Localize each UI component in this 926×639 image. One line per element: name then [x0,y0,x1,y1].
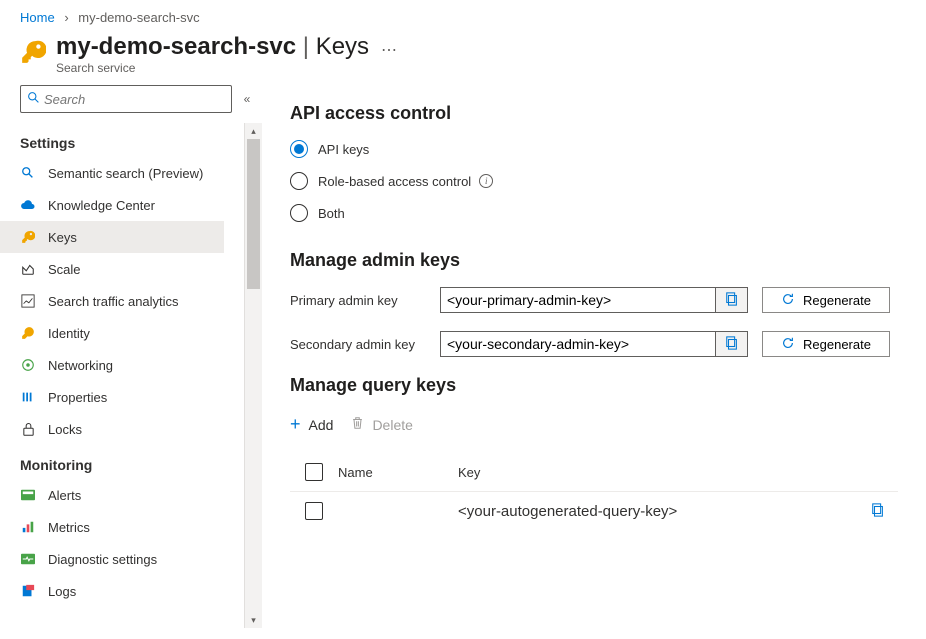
refresh-icon [781,336,795,353]
collapse-sidebar-button[interactable]: « [232,92,262,106]
trash-icon [351,416,364,433]
scrollbar-thumb[interactable] [247,139,260,289]
copy-query-key-button[interactable] [871,505,885,520]
query-keys-toolbar: + Add Delete [290,414,898,435]
networking-icon [20,357,36,373]
copy-primary-key-button[interactable] [715,288,747,312]
sidebar-item-keys[interactable]: Keys [0,221,224,253]
primary-key-input[interactable] [441,288,715,312]
primary-admin-key-row: Primary admin key Regenerate [290,287,898,313]
metrics-icon [20,519,36,535]
sidebar-item-identity[interactable]: Identity [0,317,224,349]
radio-rbac[interactable]: Role-based access control i [290,172,898,190]
radio-api-keys[interactable]: API keys [290,140,898,158]
api-access-radio-group: API keys Role-based access control i Bot… [290,140,898,222]
page-header: my-demo-search-svc | Keys ⋯ Search servi… [0,31,926,79]
delete-query-key-button[interactable]: Delete [351,416,412,433]
manage-query-keys-heading: Manage query keys [290,375,898,396]
radio-both[interactable]: Both [290,204,898,222]
key-icon [20,39,46,65]
main-content: API access control API keys Role-based a… [262,79,926,628]
info-icon[interactable]: i [479,174,493,188]
query-keys-table: Name Key <your-autogenerated-query-key> [290,453,898,530]
column-header-key[interactable]: Key [458,465,858,480]
properties-icon [20,389,36,405]
sidebar-item-scale[interactable]: Scale [0,253,224,285]
sidebar-heading-settings: Settings [20,123,262,157]
radio-icon [290,140,308,158]
sidebar-search[interactable] [20,85,232,113]
table-header: Name Key [290,453,898,492]
analytics-icon [20,293,36,309]
primary-key-label: Primary admin key [290,293,440,308]
sidebar: « Settings Semantic search (Preview) Kno… [0,79,262,628]
table-row[interactable]: <your-autogenerated-query-key> [290,492,898,530]
breadcrumb-home[interactable]: Home [20,10,55,25]
breadcrumb-separator: › [64,10,68,25]
sidebar-item-semantic-search[interactable]: Semantic search (Preview) [0,157,224,189]
secondary-key-label: Secondary admin key [290,337,440,352]
manage-admin-keys-heading: Manage admin keys [290,250,898,271]
sidebar-item-diagnostic-settings[interactable]: Diagnostic settings [0,543,224,575]
copy-icon [725,336,739,353]
lock-icon [20,421,36,437]
add-query-key-button[interactable]: + Add [290,414,333,435]
sidebar-item-knowledge-center[interactable]: Knowledge Center [0,189,224,221]
sidebar-item-locks[interactable]: Locks [0,413,224,445]
plus-icon: + [290,414,301,435]
sidebar-item-networking[interactable]: Networking [0,349,224,381]
api-access-heading: API access control [290,103,898,124]
secondary-admin-key-row: Secondary admin key Regenerate [290,331,898,357]
regenerate-secondary-button[interactable]: Regenerate [762,331,890,357]
more-actions-button[interactable]: ⋯ [381,34,397,60]
sidebar-item-alerts[interactable]: Alerts [0,479,224,511]
breadcrumb-current: my-demo-search-svc [78,10,199,25]
search-input[interactable] [44,92,225,107]
sidebar-item-properties[interactable]: Properties [0,381,224,413]
scale-icon [20,261,36,277]
radio-icon [290,172,308,190]
secondary-key-input[interactable] [441,332,715,356]
page-title: my-demo-search-svc | Keys [56,33,369,61]
key-icon [20,229,36,245]
sidebar-item-search-traffic-analytics[interactable]: Search traffic analytics [0,285,224,317]
diagnostic-icon [20,551,36,567]
regenerate-primary-button[interactable]: Regenerate [762,287,890,313]
logs-icon [20,583,36,599]
alerts-icon [20,487,36,503]
sidebar-scrollbar[interactable]: ▴ ▾ [244,123,262,628]
scroll-down-arrow[interactable]: ▾ [245,612,262,628]
breadcrumb: Home › my-demo-search-svc [0,0,926,31]
scroll-up-arrow[interactable]: ▴ [245,123,262,139]
sidebar-heading-monitoring: Monitoring [20,445,262,479]
identity-icon [20,325,36,341]
select-all-checkbox[interactable] [305,463,323,481]
row-checkbox[interactable] [305,502,323,520]
column-header-name[interactable]: Name [338,465,458,480]
search-icon [27,91,40,107]
refresh-icon [781,292,795,309]
copy-secondary-key-button[interactable] [715,332,747,356]
cloud-icon [20,197,36,213]
search-icon [20,165,36,181]
copy-icon [725,292,739,309]
sidebar-item-logs[interactable]: Logs [0,575,224,607]
page-subtitle: Search service [56,61,397,75]
sidebar-item-metrics[interactable]: Metrics [0,511,224,543]
radio-icon [290,204,308,222]
row-key-value: <your-autogenerated-query-key> [458,503,858,520]
